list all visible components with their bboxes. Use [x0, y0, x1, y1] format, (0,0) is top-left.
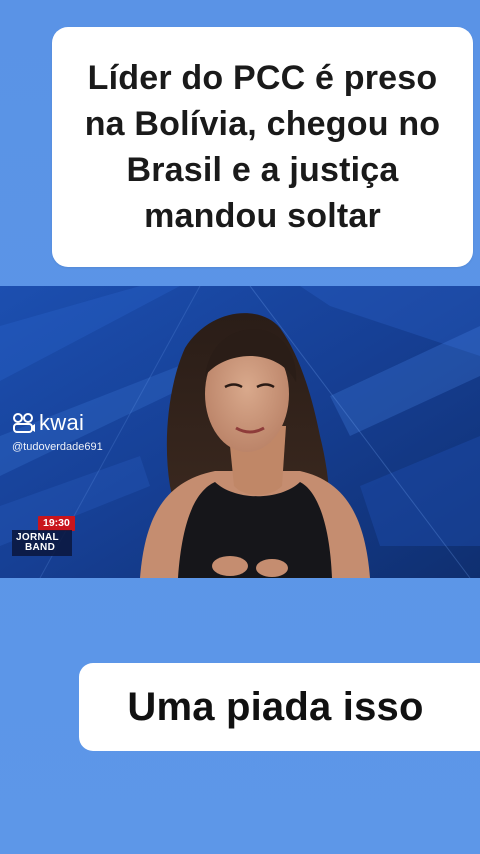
news-video-frame[interactable]: kwai @tudoverdade691 19:30 JORNAL BAND	[0, 286, 480, 578]
jornal-da-band-logo: JORNAL BAND	[12, 530, 72, 556]
program-logo-line2: BAND	[25, 542, 56, 553]
comment-card: Uma piada isso	[79, 663, 480, 751]
meme-canvas: Líder do PCC é preso na Bolívia, chegou …	[0, 0, 480, 854]
kwai-brand-text: kwai	[39, 410, 85, 435]
headline-text: Líder do PCC é preso na Bolívia, chegou …	[84, 59, 441, 235]
comment-text: Uma piada isso	[127, 684, 424, 729]
kwai-icon	[13, 413, 35, 433]
headline-card: Líder do PCC é preso na Bolívia, chegou …	[52, 27, 473, 267]
time-badge: 19:30	[38, 516, 75, 531]
kwai-watermark: kwai	[12, 412, 84, 434]
kwai-user-handle: @tudoverdade691	[12, 441, 103, 453]
